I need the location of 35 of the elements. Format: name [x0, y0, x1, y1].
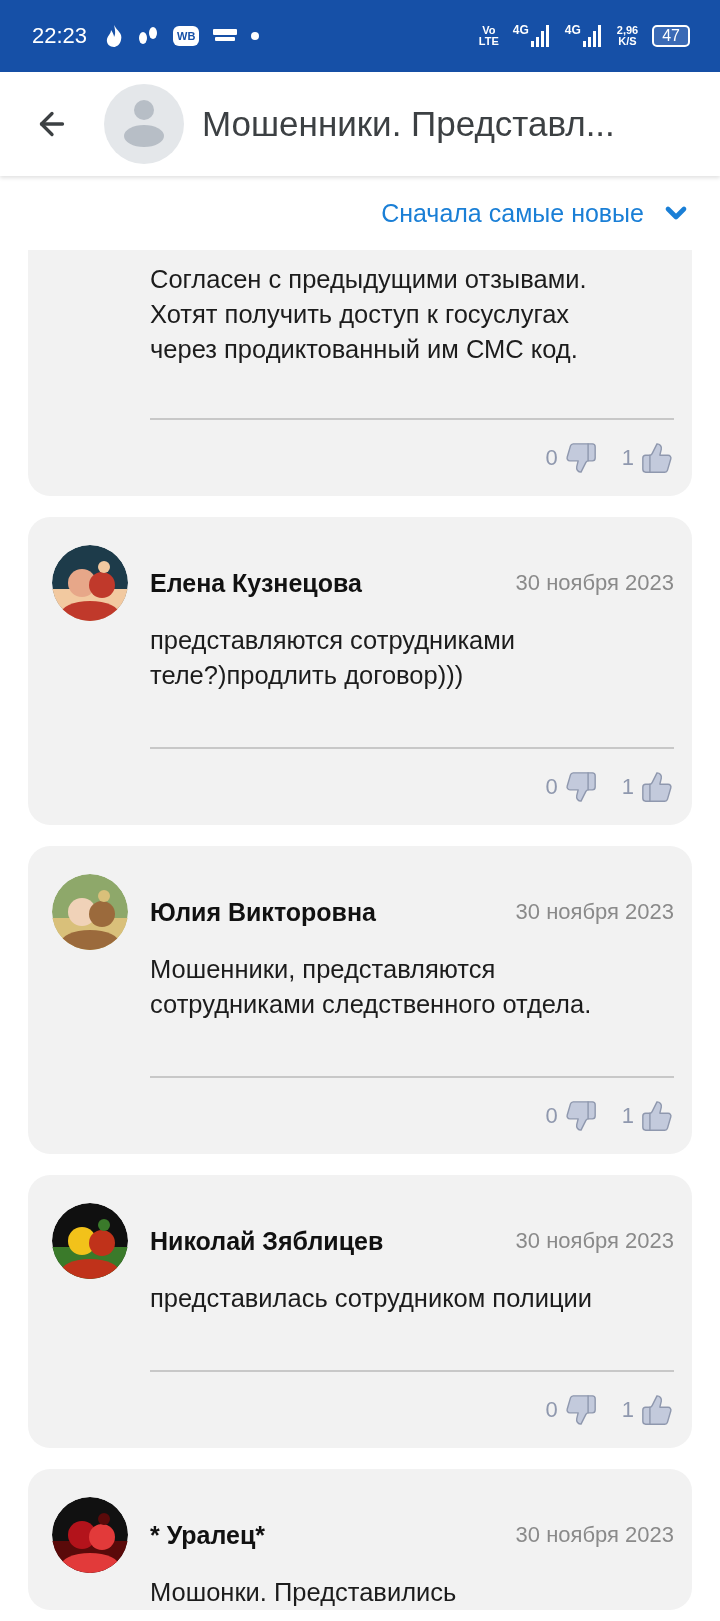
comment-text: Мошенники, представляются сотрудниками следственного отдела. — [150, 954, 593, 1020]
dot-icon — [251, 32, 260, 40]
network-label: 4G — [512, 23, 529, 37]
comment-text: представляются сотрудниками теле?)продлить договор))) — [150, 625, 517, 691]
flame-icon — [105, 25, 124, 47]
signal-icon — [530, 25, 551, 47]
network-speed: 2,96 K/S — [616, 25, 639, 47]
like-button[interactable]: 1 — [621, 441, 674, 475]
comment-text: Согласен с предыдущими отзывами. Хотят получить доступ к госуслугах через продиктованный им СМС код. — [150, 264, 588, 365]
comment-date: 30 ноября 2023 — [515, 899, 674, 925]
comment-author: * Уралец* — [150, 1520, 266, 1550]
volte-indicator: Vo LTE — [478, 25, 499, 47]
dislike-button[interactable]: 0 — [545, 441, 598, 475]
sort-dropdown[interactable]: Сначала самые новые — [381, 197, 692, 229]
network-label: 4G — [564, 23, 581, 37]
like-button[interactable]: 1 — [621, 770, 674, 804]
comment-date: 30 ноября 2023 — [515, 1228, 674, 1254]
comment-date: 30 ноября 2023 — [515, 1522, 674, 1548]
like-button[interactable]: 1 — [621, 1393, 674, 1427]
comment-text: представилась сотрудником полиции — [150, 1283, 594, 1314]
app-badge: WB — [173, 26, 200, 46]
clock: 22:23 — [32, 23, 88, 49]
dislike-button[interactable]: 0 — [545, 1099, 598, 1133]
comment-author: Николай Зяблицев — [150, 1226, 385, 1256]
page-title: Мошенники. Представл... — [202, 104, 615, 144]
comment-author: Юлия Викторовна — [150, 897, 377, 927]
battery-indicator: 47 — [652, 25, 690, 47]
comment-date: 30 ноября 2023 — [515, 570, 674, 596]
dislike-button[interactable]: 0 — [545, 770, 598, 804]
dislike-button[interactable]: 0 — [545, 1393, 598, 1427]
person-avatar-icon — [104, 84, 184, 164]
comment-author: Елена Кузнецова — [150, 568, 363, 598]
like-button[interactable]: 1 — [621, 1099, 674, 1133]
comment-text: Мошонки. Представились — [150, 1577, 458, 1608]
signal-icon — [582, 25, 603, 47]
